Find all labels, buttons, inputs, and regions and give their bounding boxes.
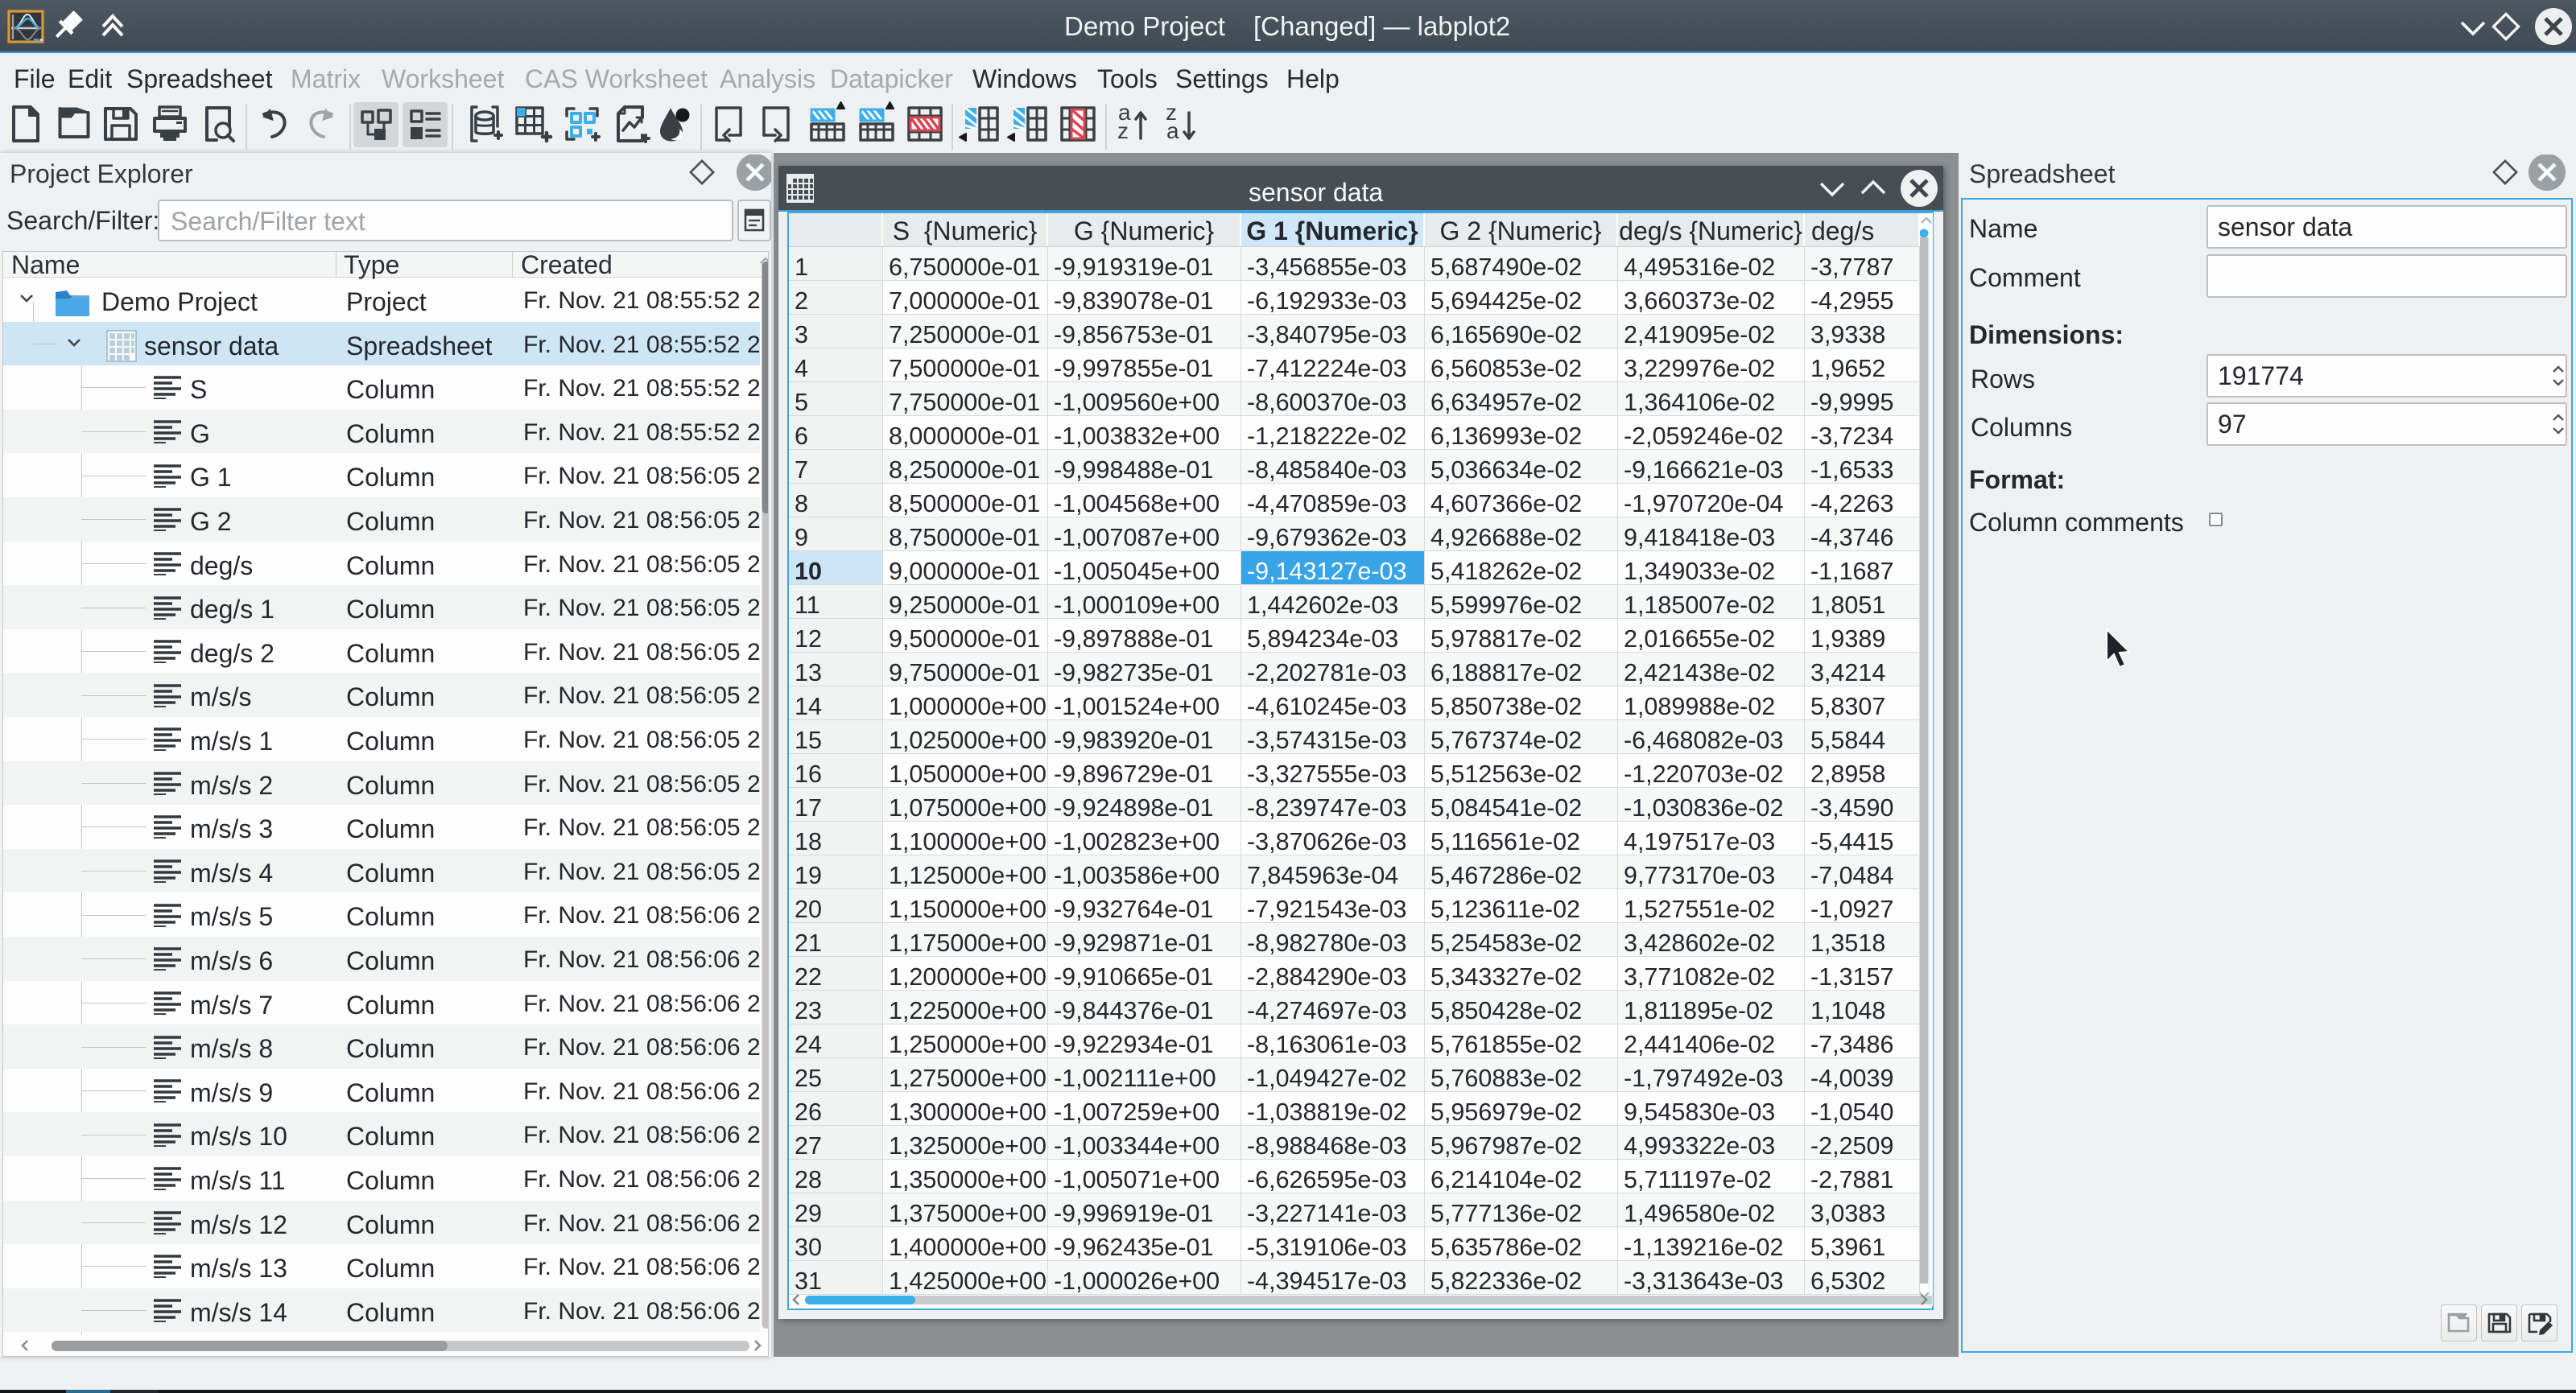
svg-text:z: z	[1117, 118, 1129, 143]
svg-text:a: a	[1166, 118, 1179, 143]
